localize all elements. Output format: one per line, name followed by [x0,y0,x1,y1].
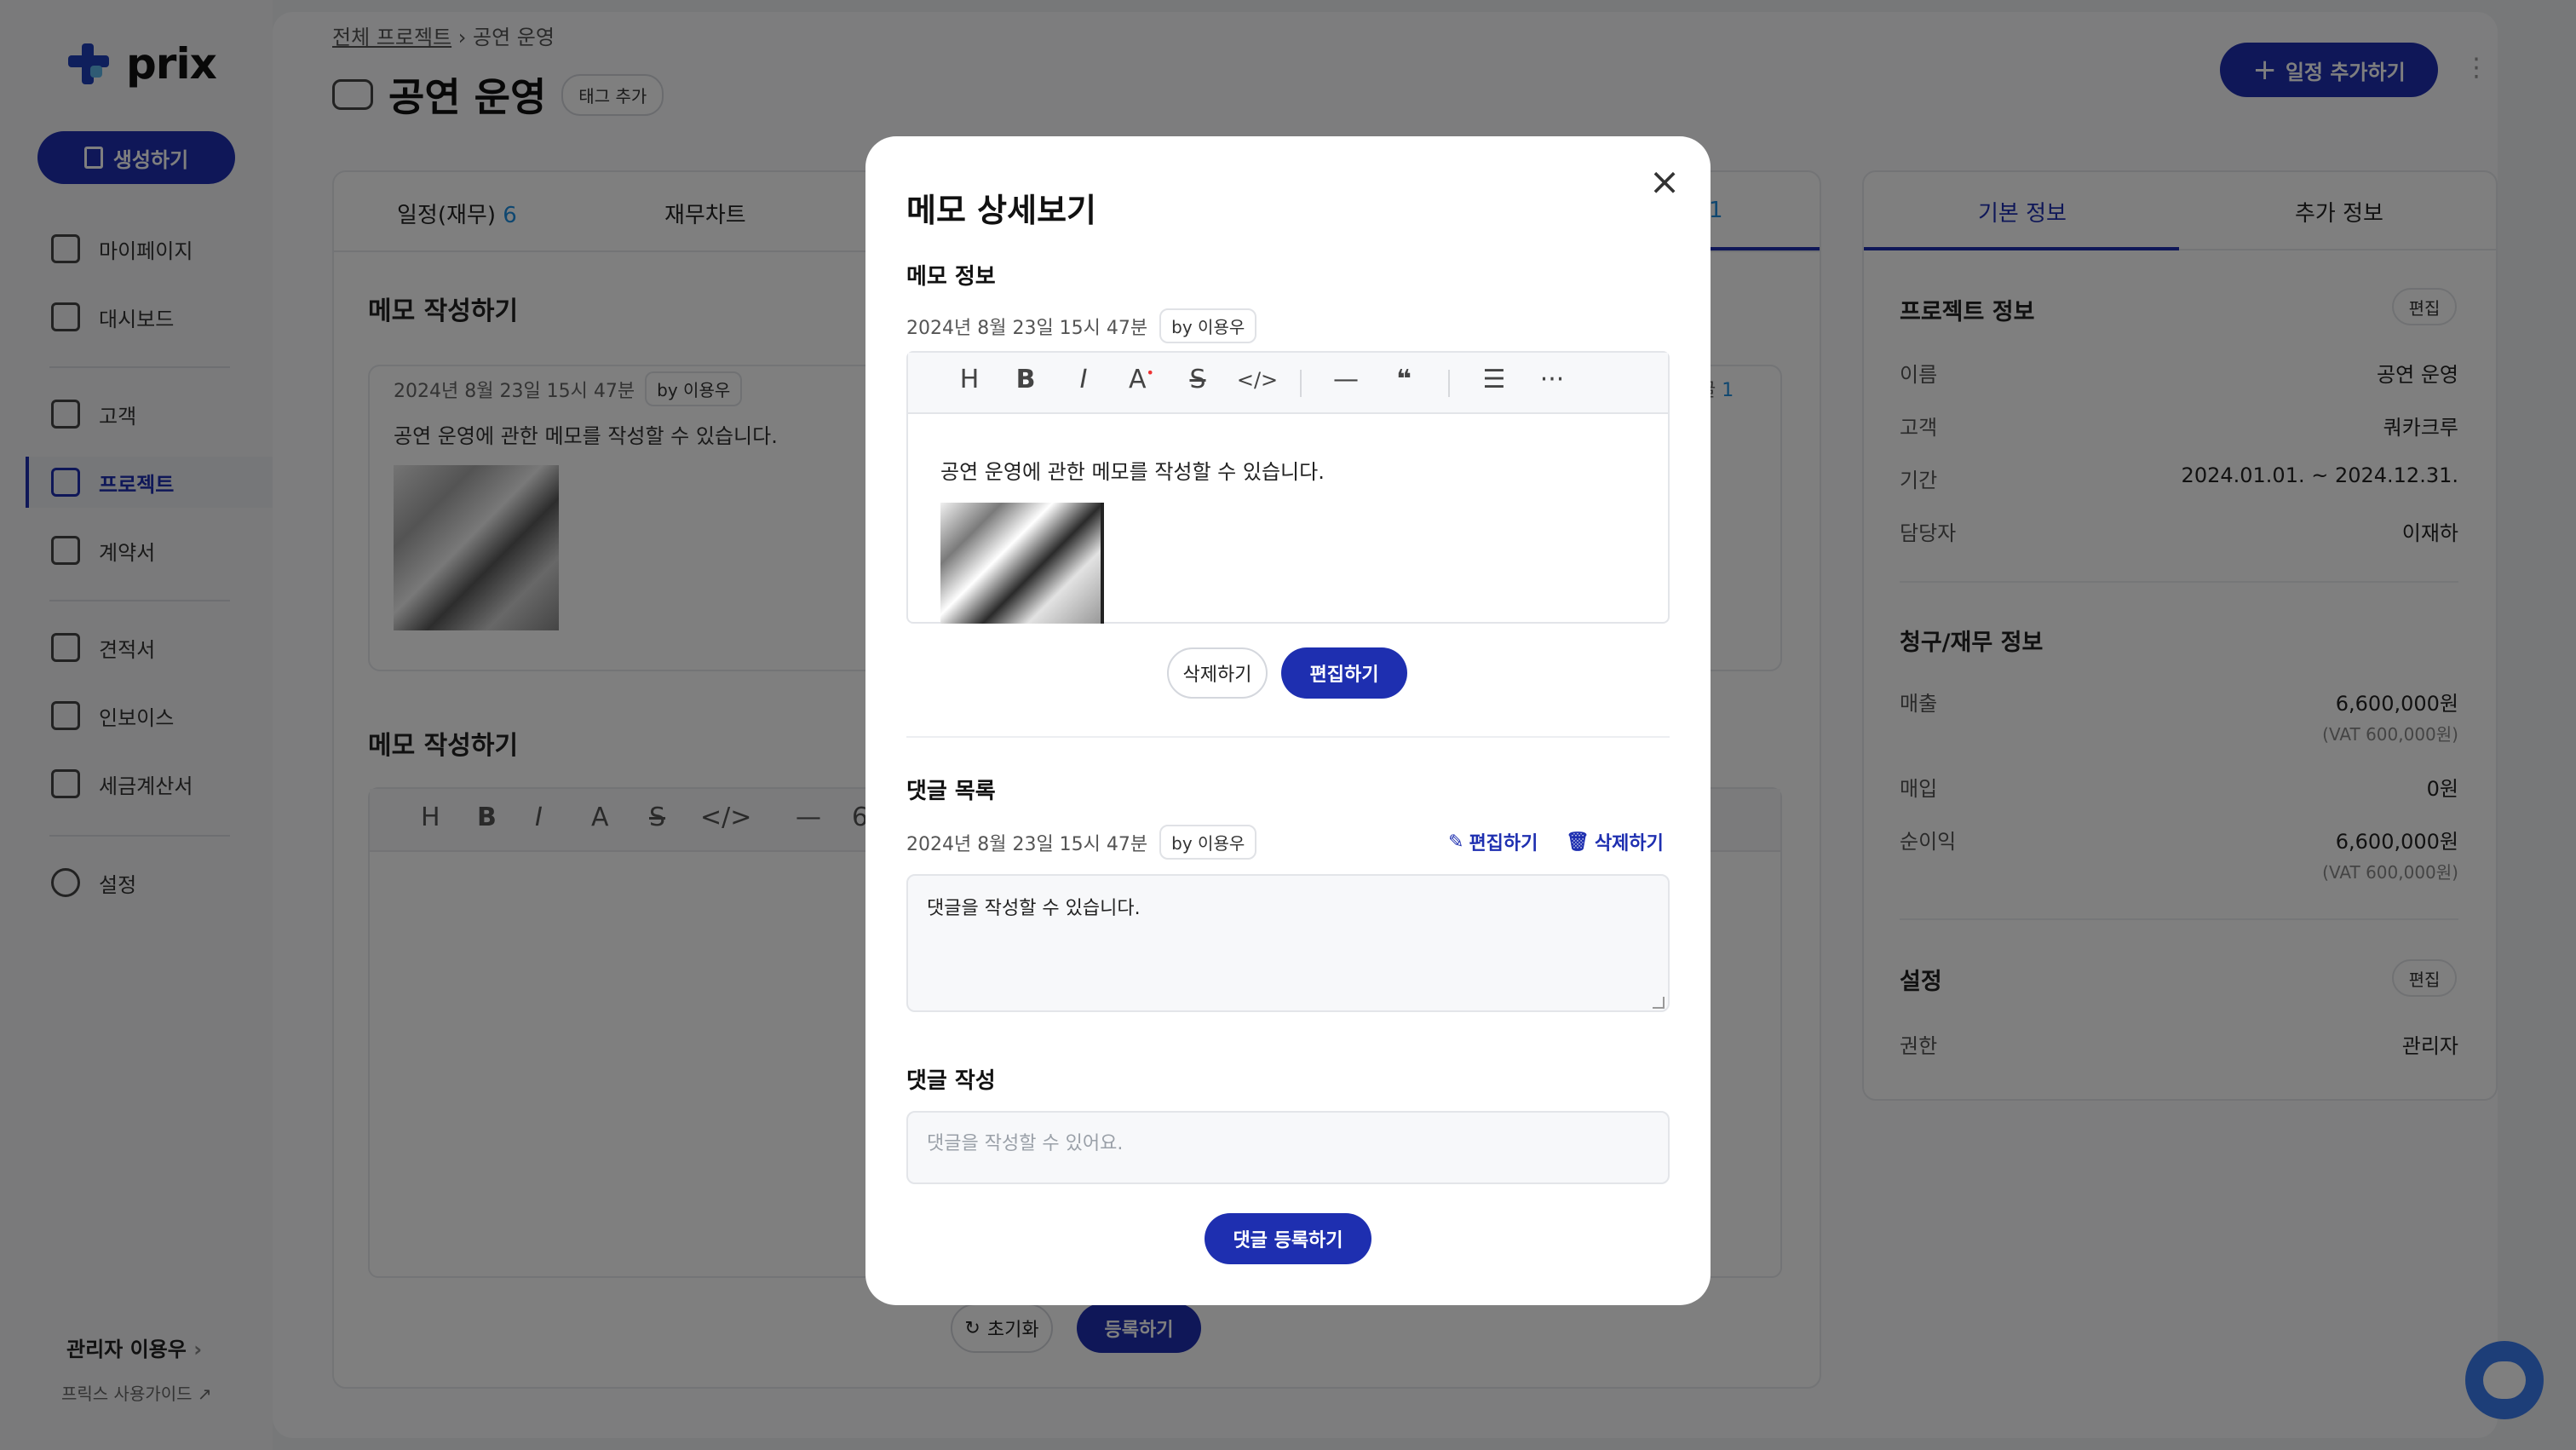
memo-date: 2024년 8월 23일 15시 47분 [906,317,1148,339]
delete-memo-button[interactable]: 삭제하기 [1167,647,1268,699]
comment-meta: 2024년 8월 23일 15시 47분 by 이용우 [906,825,1257,860]
toolbar-separator [1448,370,1450,397]
edit-comment-label: 편집하기 [1469,833,1538,854]
comment-date: 2024년 8월 23일 15시 47분 [906,833,1148,855]
comment-write-label: 댓글 작성 [906,1068,996,1094]
comment-author: by 이용우 [1159,825,1257,860]
bullet-list-icon[interactable]: ☰ [1475,365,1513,394]
heading-icon[interactable]: H [951,365,988,394]
horizontal-rule-icon[interactable]: — [1327,365,1365,394]
text-color-icon[interactable]: A• [1123,365,1160,394]
comment-text-box[interactable]: 댓글을 작성할 수 있습니다. [906,874,1670,1012]
modal-title: 메모 상세보기 [906,192,1096,229]
divider [906,736,1670,738]
close-icon[interactable]: × [1646,164,1683,201]
comment-text: 댓글을 작성할 수 있습니다. [927,898,1141,919]
memo-info-label: 메모 정보 [906,264,996,290]
toolbar-separator [1300,370,1302,397]
pencil-icon: ✎ [1448,831,1464,853]
submit-comment-button[interactable]: 댓글 등록하기 [1205,1213,1371,1264]
delete-comment-button[interactable]: 🗑 삭제하기 [1566,828,1664,855]
code-icon[interactable]: </> [1235,368,1279,392]
bold-icon[interactable]: B [1007,365,1044,394]
memo-author: by 이용우 [1159,308,1257,343]
delete-comment-label: 삭제하기 [1594,833,1664,854]
memo-meta: 2024년 8월 23일 15시 47분 by 이용우 [906,308,1257,343]
comment-input[interactable] [906,1111,1670,1184]
memo-image[interactable] [940,503,1104,624]
comments-label: 댓글 목록 [906,779,996,804]
memo-body-text: 공연 운영에 관한 메모를 작성할 수 있습니다. [940,460,1325,484]
edit-comment-button[interactable]: ✎ 편집하기 [1448,828,1538,855]
quote-icon[interactable]: ❝ [1385,365,1423,394]
italic-icon[interactable]: I [1065,365,1102,394]
trash-icon: 🗑 [1566,831,1590,853]
resize-handle-icon[interactable] [1653,997,1665,1009]
strikethrough-icon[interactable]: S [1179,365,1216,394]
more-icon[interactable]: ··· [1533,365,1571,394]
edit-memo-button[interactable]: 편집하기 [1281,647,1407,699]
